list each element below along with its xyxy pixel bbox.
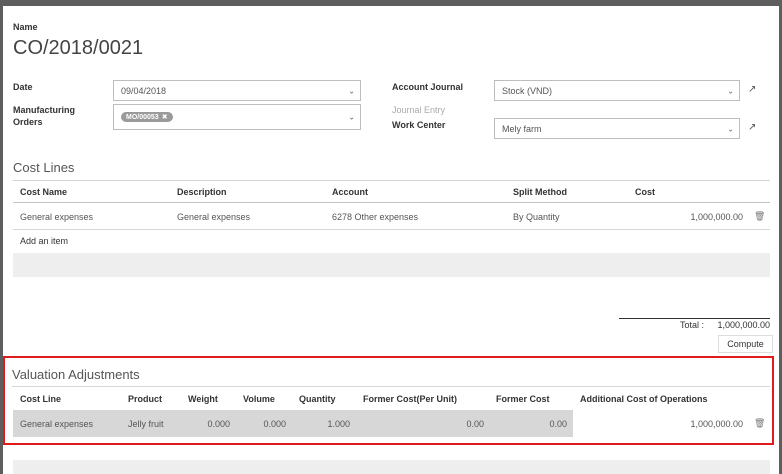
add-item-link[interactable]: Add an item [20, 236, 68, 246]
col-account[interactable]: Account [332, 187, 368, 197]
cell-split-method: By Quantity [513, 212, 560, 222]
col-description[interactable]: Description [177, 187, 227, 197]
cell-account: 6278 Other expenses [332, 212, 419, 222]
manufacturing-orders-field[interactable]: MO/00053 ✖ ⌄ [113, 104, 361, 130]
cell-weight: 0.000 [207, 419, 230, 429]
empty-row [13, 460, 770, 474]
col-split-method[interactable]: Split Method [513, 187, 567, 197]
col-cost-line[interactable]: Cost Line [20, 394, 61, 404]
mo-tag[interactable]: MO/00053 ✖ [121, 112, 173, 122]
col-additional-cost[interactable]: Additional Cost of Operations [580, 394, 708, 404]
name-label: Name [13, 22, 38, 32]
valuation-title: Valuation Adjustments [12, 367, 140, 382]
cell-volume: 0.000 [263, 419, 286, 429]
cell-former-cost: 0.00 [549, 419, 567, 429]
empty-row [13, 253, 770, 277]
chevron-down-icon[interactable]: ⌄ [348, 113, 355, 122]
date-field[interactable]: 09/04/2018 ⌄ [113, 80, 361, 101]
mo-label-line1: Manufacturing [13, 105, 75, 115]
col-former-cost[interactable]: Former Cost [496, 394, 550, 404]
chevron-down-icon[interactable]: ⌄ [348, 86, 355, 95]
date-value: 09/04/2018 [121, 85, 167, 96]
col-product[interactable]: Product [128, 394, 162, 404]
cell-cost-name: General expenses [20, 212, 94, 222]
total-label: Total : [680, 320, 705, 330]
account-journal-label: Account Journal [392, 82, 464, 92]
cell-additional-cost: 1,000,000.00 [690, 419, 743, 429]
chevron-down-icon[interactable]: ⌄ [727, 124, 734, 133]
external-link-icon[interactable]: ↗ [748, 84, 756, 95]
divider [12, 386, 770, 387]
record-name: CO/2018/0021 [13, 37, 144, 59]
cell-product: Jelly fruit [128, 419, 164, 429]
cell-former-cost-unit: 0.00 [466, 419, 484, 429]
trash-icon[interactable]: 🗑 [754, 211, 765, 222]
table-row[interactable]: General expenses Jelly fruit 0.000 0.000… [13, 410, 770, 437]
cell-cost: 1,000,000.00 [690, 212, 743, 222]
col-cost[interactable]: Cost [635, 187, 655, 197]
work-center-label: Work Center [392, 120, 446, 130]
readonly-cells-bg [13, 410, 573, 437]
col-weight[interactable]: Weight [188, 394, 218, 404]
cost-lines-title: Cost Lines [13, 160, 75, 175]
mo-tag-label: MO/00053 [126, 113, 159, 121]
external-link-icon[interactable]: ↗ [748, 122, 756, 133]
work-center-value: Mely farm [502, 123, 542, 134]
cell-cost-line: General expenses [20, 419, 94, 429]
table-row[interactable]: General expenses General expenses 6278 O… [13, 203, 770, 229]
total-divider [619, 318, 770, 319]
cell-quantity: 1.000 [327, 419, 350, 429]
divider [13, 229, 770, 230]
compute-button[interactable]: Compute [718, 335, 773, 353]
divider [13, 180, 770, 181]
journal-entry-label: Journal Entry [392, 105, 446, 115]
mo-label-line2: Orders [13, 117, 43, 127]
total-value: 1,000,000.00 [717, 320, 770, 330]
account-journal-field[interactable]: Stock (VND) ⌄ [494, 80, 740, 101]
work-center-field[interactable]: Mely farm ⌄ [494, 118, 740, 139]
col-former-cost-unit[interactable]: Former Cost(Per Unit) [363, 394, 457, 404]
close-icon[interactable]: ✖ [162, 113, 168, 121]
window-top-frame [0, 0, 782, 6]
col-cost-name[interactable]: Cost Name [20, 187, 67, 197]
account-journal-value: Stock (VND) [502, 85, 553, 96]
trash-icon[interactable]: 🗑 [754, 418, 765, 429]
col-quantity[interactable]: Quantity [299, 394, 336, 404]
date-label: Date [13, 82, 33, 92]
col-volume[interactable]: Volume [243, 394, 275, 404]
cell-description: General expenses [177, 212, 251, 222]
chevron-down-icon[interactable]: ⌄ [727, 86, 734, 95]
